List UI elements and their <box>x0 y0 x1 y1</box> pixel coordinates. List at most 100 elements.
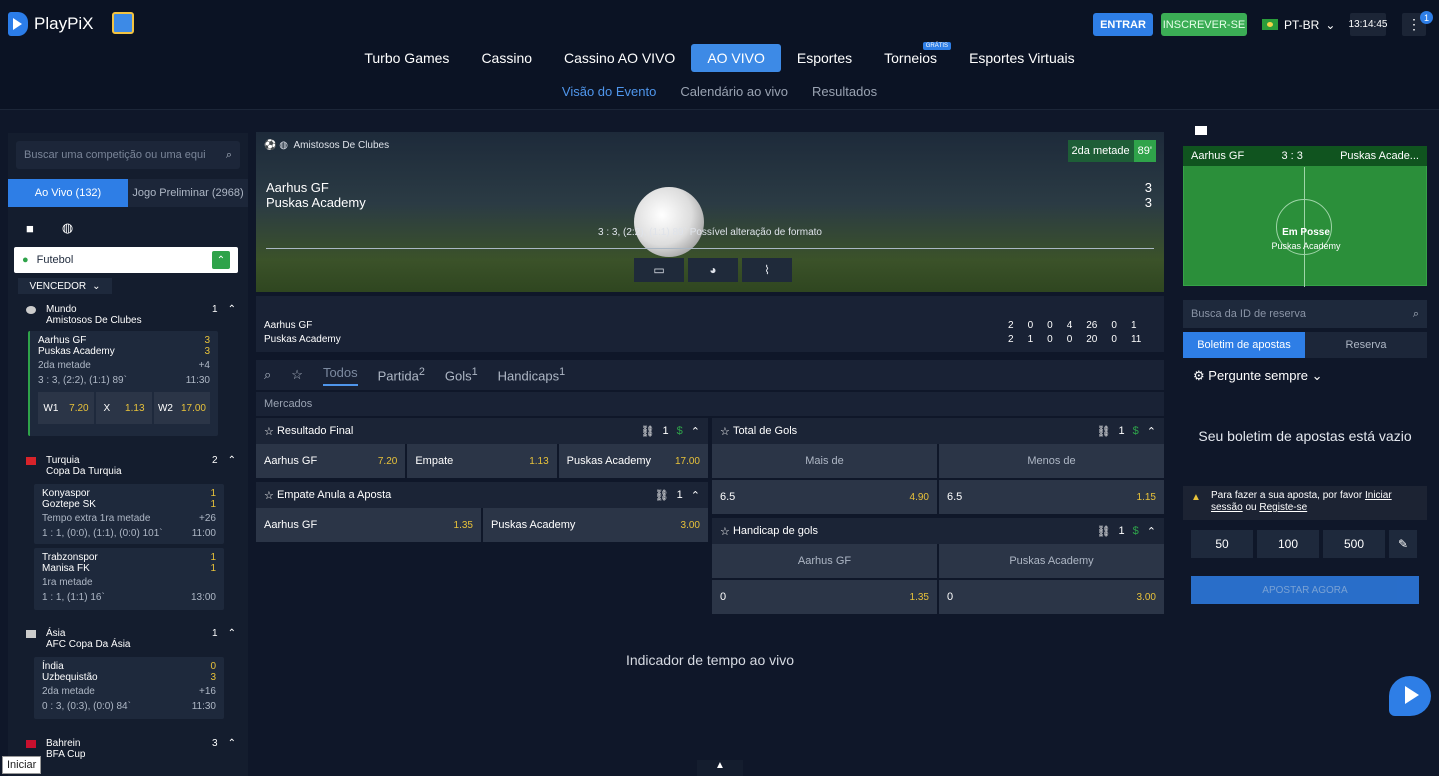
chevron-up-icon[interactable]: ⌃ <box>212 251 230 269</box>
nav-esportes[interactable]: Esportes <box>781 44 868 72</box>
team-names: Aarhus GF Puskas Academy <box>266 180 366 210</box>
stake-100[interactable]: 100 <box>1257 530 1319 558</box>
link-icon: ⛓ <box>640 425 655 438</box>
tab-ao-vivo[interactable]: Ao Vivo (132) <box>8 179 128 207</box>
register-link[interactable]: Registe-se <box>1259 502 1307 513</box>
odd-x[interactable]: X 1.13 <box>96 392 152 424</box>
bahrain-flag-icon <box>26 740 36 748</box>
view-switch: ▭ ◕ ⌇ <box>634 258 792 282</box>
odd-button[interactable]: 0 1.35 <box>712 580 937 614</box>
market-total-gols: ☆ Total de Gols ⛓ 1 $ ⌃ Mais de Menos de 6.5 4… <box>712 418 1164 514</box>
chevron-up-icon[interactable]: ⌃ <box>691 489 700 502</box>
odd-button[interactable]: Aarhus GF 7.20 <box>256 444 406 478</box>
market-handicap: ☆ Handicap de gols ⛓ 1 $ ⌃ Aarhus GF Puskas A… <box>712 518 1164 614</box>
match-card[interactable]: Konyaspor 1 Goztepe SK 1 Tempo extra 1ra m… <box>34 484 224 544</box>
star-icon[interactable]: ☆ <box>264 425 274 438</box>
subnav-calendario[interactable]: Calendário ao vivo <box>680 84 788 99</box>
brand-logo[interactable]: PlayPiX <box>8 12 94 36</box>
competition-search[interactable]: Buscar uma competição ou uma equi ⌕ <box>16 141 240 169</box>
sport-futebol[interactable]: ● Futebol ⌃ <box>14 247 238 273</box>
language-selector[interactable]: PT-BR ⌄ <box>1262 13 1335 36</box>
filter-partida[interactable]: Partida2 <box>378 366 425 383</box>
betslip-empty: Seu boletim de apostas está vazio <box>1198 428 1412 444</box>
pencil-icon[interactable]: ✎ <box>1389 530 1417 558</box>
tab-reserva[interactable]: Reserva <box>1305 332 1427 358</box>
stake-500[interactable]: 500 <box>1323 530 1385 558</box>
tab-boletim[interactable]: Boletim de apostas <box>1183 332 1305 358</box>
star-icon[interactable]: ☆ <box>720 425 730 438</box>
team-scores: 33 <box>1144 180 1152 210</box>
event-main: ⚽ ◍ Amistosos De Clubes 2da metade 89' Aa… <box>256 132 1164 776</box>
market-filters: ⌕ ☆ Todos Partida2 Gols1 Handicaps1 <box>256 360 1164 390</box>
nav-cassino[interactable]: Cassino <box>465 44 548 72</box>
match-period: 2da metade 89' <box>1067 140 1156 162</box>
chevron-up-icon[interactable]: ⌃ <box>1147 525 1156 538</box>
nav-ao-vivo[interactable]: AO VIVO <box>691 44 781 72</box>
turkey-flag-icon <box>26 457 36 465</box>
nav-turbo-games[interactable]: Turbo Games <box>348 44 465 72</box>
market-empate-anula: ☆ Empate Anula a Aposta ⛓ 1 ⌃ Aarhus GF 1.35… <box>256 482 708 542</box>
filter-handicaps[interactable]: Handicaps1 <box>498 366 565 383</box>
nav-cassino-ao-vivo[interactable]: Cassino AO VIVO <box>548 44 691 72</box>
odd-w2[interactable]: W2 17.00 <box>154 392 210 424</box>
login-warning: ▲ Para fazer a sua aposta, por favor Inic… <box>1183 486 1427 520</box>
chevron-up-icon: ⌃ <box>227 304 236 315</box>
odd-button[interactable]: 6.5 4.90 <box>712 480 937 514</box>
scroll-up-icon[interactable]: ▲ <box>697 760 743 776</box>
right-panel: Em Posse Puskas Academy Aarhus GF 3 : 3 Pu… <box>1183 118 1427 776</box>
stake-50[interactable]: 50 <box>1191 530 1253 558</box>
globe-icon[interactable]: ◍ <box>62 220 73 236</box>
subnav-resultados[interactable]: Resultados <box>812 84 877 99</box>
link-icon: ⛓ <box>1096 425 1111 438</box>
competition-header[interactable]: Mundo Amistosos De Clubes 1 ⌃ <box>26 304 236 326</box>
match-card[interactable]: Aarhus GF 3 Puskas Academy 3 2da metade +4 … <box>28 331 218 436</box>
odd-button[interactable]: Aarhus GF 1.35 <box>256 508 481 542</box>
star-icon[interactable]: ☆ <box>291 367 303 383</box>
market-resultado-final: ☆ Resultado Final ⛓ 1 $ ⌃ Aarhus GF 7.20 Empat… <box>256 418 708 478</box>
screen-icon[interactable] <box>1195 126 1207 135</box>
star-icon[interactable]: ☆ <box>720 525 730 538</box>
ask-always-select[interactable]: ⚙ Pergunte sempre ⌄ <box>1193 368 1323 384</box>
star-icon[interactable]: ☆ <box>264 489 274 502</box>
odd-button[interactable]: 0 3.00 <box>939 580 1164 614</box>
notification-badge: 1 <box>1420 11 1433 24</box>
nav-torneios[interactable]: Torneios GRÁTIS <box>868 42 953 72</box>
odd-button[interactable]: Puskas Academy 17.00 <box>558 444 708 478</box>
search-icon[interactable]: ⌕ <box>226 149 232 162</box>
stats-pie-icon[interactable]: ◕ <box>688 258 738 282</box>
filter-todos[interactable]: Todos <box>322 365 358 386</box>
nav-esportes-virtuais[interactable]: Esportes Virtuais <box>953 44 1091 72</box>
subnav-visao-evento[interactable]: Visão do Evento <box>562 84 656 99</box>
odd-w1[interactable]: W1 7.20 <box>38 392 94 424</box>
register-button[interactable]: INSCREVER-SE <box>1161 13 1247 36</box>
odd-button[interactable]: 6.5 1.15 <box>939 480 1164 514</box>
odd-button[interactable]: Puskas Academy 3.00 <box>483 508 708 542</box>
competition-header[interactable]: Ásia AFC Copa Da Ásia 1 ⌃ <box>26 628 236 650</box>
filter-gols[interactable]: Gols1 <box>445 366 478 383</box>
match-card[interactable]: Índia 0 Uzbequistão 3 2da metade +16 0 : 3,… <box>34 657 224 719</box>
booking-search[interactable]: Busca da ID de reserva ⌕ <box>1183 300 1427 328</box>
competition-header[interactable]: Turquia Copa Da Turquia 2 ⌃ <box>26 455 236 477</box>
chevron-up-icon[interactable]: ⌃ <box>691 425 700 438</box>
trend-icon[interactable]: ⌇ <box>742 258 792 282</box>
search-icon[interactable]: ⌕ <box>1413 308 1419 321</box>
support-chat-icon[interactable] <box>1389 676 1431 716</box>
video-icon[interactable]: ■ <box>26 221 34 236</box>
chevron-up-icon[interactable]: ⌃ <box>1147 425 1156 438</box>
tab-jogo-preliminar[interactable]: Jogo Preliminar (2968) <box>128 179 248 207</box>
place-bet-button[interactable]: APOSTAR AGORA <box>1191 576 1419 604</box>
market-type-select[interactable]: VENCEDOR ⌄ <box>18 278 112 294</box>
odd-button[interactable]: Empate 1.13 <box>407 444 557 478</box>
competition-header[interactable]: Bahrein BFA Cup 3 ⌃ <box>26 738 236 760</box>
search-icon[interactable]: ⌕ <box>264 367 271 383</box>
warning-icon: ▲ <box>1191 492 1201 503</box>
markets-label: Mercados <box>256 392 1164 416</box>
h2h-icon[interactable]: ▭ <box>634 258 684 282</box>
gear-icon: ⚙ <box>1193 368 1205 383</box>
match-card[interactable]: Trabzonspor 1 Manisa FK 1 1ra metade 1 : 1… <box>34 548 224 610</box>
brazil-flag-icon <box>1262 19 1278 30</box>
gift-icon[interactable] <box>112 12 134 34</box>
live-indicator-text: Indicador de tempo ao vivo <box>625 652 795 668</box>
login-button[interactable]: ENTRAR <box>1093 13 1153 36</box>
asia-flag-icon <box>26 630 36 638</box>
